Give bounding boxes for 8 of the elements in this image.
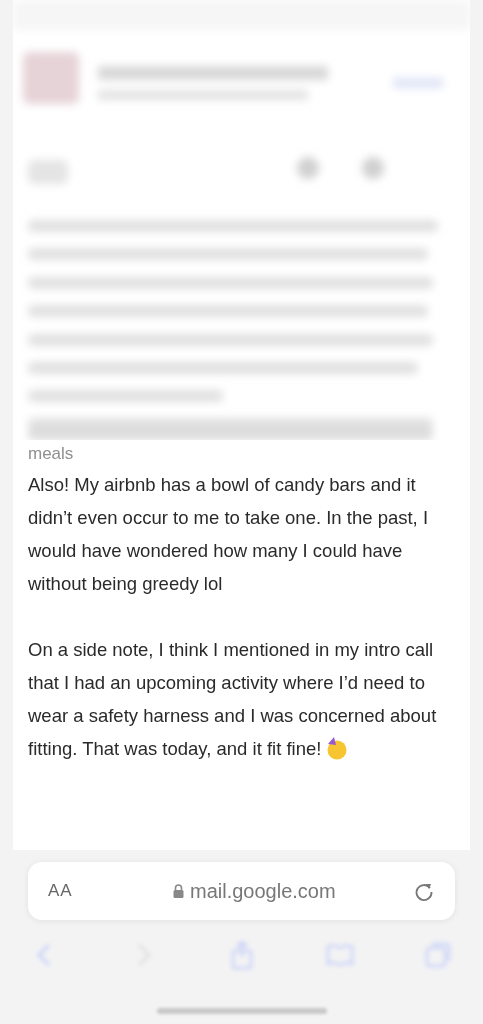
tabs-icon[interactable] [423, 940, 453, 970]
url-text: mail.google.com [190, 879, 336, 903]
text-size-button[interactable]: AA [48, 881, 73, 900]
address-bar[interactable]: AA mail.google.com [28, 862, 455, 920]
message-text: meals [28, 443, 75, 465]
message-paragraph: Also! My airbnb has a bowl of candy bars and it didn’t even occur to me to take one. In the past, I would have wondered how many I could have without being greedy lol [28, 473, 430, 596]
message-paragraph: On a side note, I think I mentioned in my intro call that I had an upcoming activity where I’d need to wear a safety harness and I was concerned about fitting. That was today, and it fit fine! [28, 638, 438, 762]
lock-icon [173, 884, 184, 898]
